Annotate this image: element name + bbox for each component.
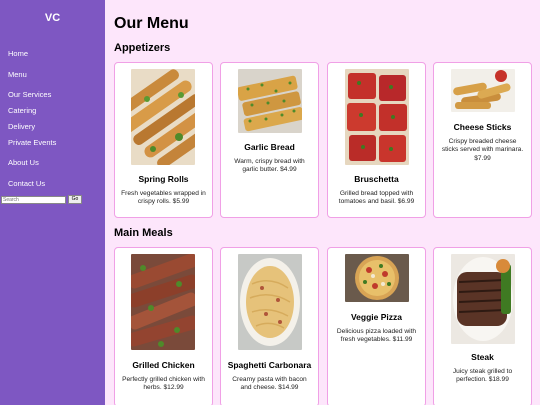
garlic-bread-image bbox=[238, 69, 302, 133]
menu-card-cheese-sticks[interactable]: Cheese Sticks Crispy breaded cheese stic… bbox=[433, 62, 532, 218]
menu-item-description: Delicious pizza loaded with fresh vegeta… bbox=[336, 328, 417, 344]
steak-image bbox=[451, 254, 515, 344]
menu-card-veggie-pizza[interactable]: Veggie Pizza Delicious pizza loaded with… bbox=[327, 247, 426, 405]
nav-about-us[interactable]: About Us bbox=[8, 158, 39, 167]
menu-item-name: Veggie Pizza bbox=[350, 312, 403, 322]
menu-item-name: Steak bbox=[471, 352, 494, 362]
menu-item-description: Creamy pasta with bacon and cheese. $14.… bbox=[232, 376, 307, 392]
menu-item-description: Grilled bread topped with tomatoes and b… bbox=[338, 190, 415, 206]
sidebar: VC Home Menu Our Services Catering Deliv… bbox=[0, 0, 105, 405]
menu-item-description: Fresh vegetables wrapped in crispy rolls… bbox=[121, 190, 206, 206]
search-button[interactable]: Go bbox=[68, 195, 82, 204]
search-bar: Go bbox=[1, 195, 82, 204]
menu-card-steak[interactable]: Steak Juicy steak grilled to perfection.… bbox=[433, 247, 532, 405]
menu-item-name: Garlic Bread bbox=[244, 142, 295, 152]
nav-menu[interactable]: Menu bbox=[8, 70, 27, 79]
menu-item-name: Spaghetti Carbonara bbox=[227, 360, 312, 370]
bruschetta-image bbox=[345, 69, 409, 165]
menu-item-description: Perfectly grilled chicken with herbs. $1… bbox=[122, 376, 205, 392]
menu-item-description: Crispy breaded cheese sticks served with… bbox=[441, 138, 524, 162]
cheese-sticks-image bbox=[451, 69, 515, 112]
menu-item-description: Warm, crispy bread with garlic butter. $… bbox=[234, 158, 305, 174]
menu-card-grilled-chicken[interactable]: Grilled Chicken Perfectly grilled chicke… bbox=[114, 247, 213, 405]
logo[interactable]: VC bbox=[0, 12, 105, 24]
menu-card-spring-rolls[interactable]: Spring Rolls Fresh vegetables wrapped in… bbox=[114, 62, 213, 218]
section-title-appetizers: Appetizers bbox=[114, 42, 171, 54]
nav-our-services[interactable]: Our Services bbox=[8, 90, 51, 99]
menu-item-description: Juicy steak grilled to perfection. $18.9… bbox=[452, 368, 513, 384]
menu-item-name: Grilled Chicken bbox=[132, 360, 195, 370]
nav-catering[interactable]: Catering bbox=[8, 106, 36, 115]
nav-contact-us[interactable]: Contact Us bbox=[8, 179, 45, 188]
menu-card-spaghetti-carbonara[interactable]: Spaghetti Carbonara Creamy pasta with ba… bbox=[220, 247, 319, 405]
menu-item-name: Cheese Sticks bbox=[453, 122, 512, 132]
search-input[interactable] bbox=[1, 195, 66, 204]
nav-private-events[interactable]: Private Events bbox=[8, 138, 56, 147]
section-title-main-meals: Main Meals bbox=[114, 227, 173, 239]
veggie-pizza-image bbox=[345, 254, 409, 302]
menu-card-bruschetta[interactable]: Bruschetta Grilled bread topped with tom… bbox=[327, 62, 426, 218]
nav-home[interactable]: Home bbox=[8, 49, 28, 58]
grilled-chicken-image bbox=[131, 254, 195, 350]
main-content: Our Menu Appetizers Spring Rolls Fresh v… bbox=[105, 0, 540, 405]
page-title: Our Menu bbox=[114, 15, 189, 32]
menu-item-name: Bruschetta bbox=[354, 174, 399, 184]
spring-rolls-image bbox=[131, 69, 195, 165]
menu-card-garlic-bread[interactable]: Garlic Bread Warm, crispy bread with gar… bbox=[220, 62, 319, 218]
nav-delivery[interactable]: Delivery bbox=[8, 122, 35, 131]
spaghetti-carbonara-image bbox=[238, 254, 302, 350]
menu-item-name: Spring Rolls bbox=[138, 174, 189, 184]
